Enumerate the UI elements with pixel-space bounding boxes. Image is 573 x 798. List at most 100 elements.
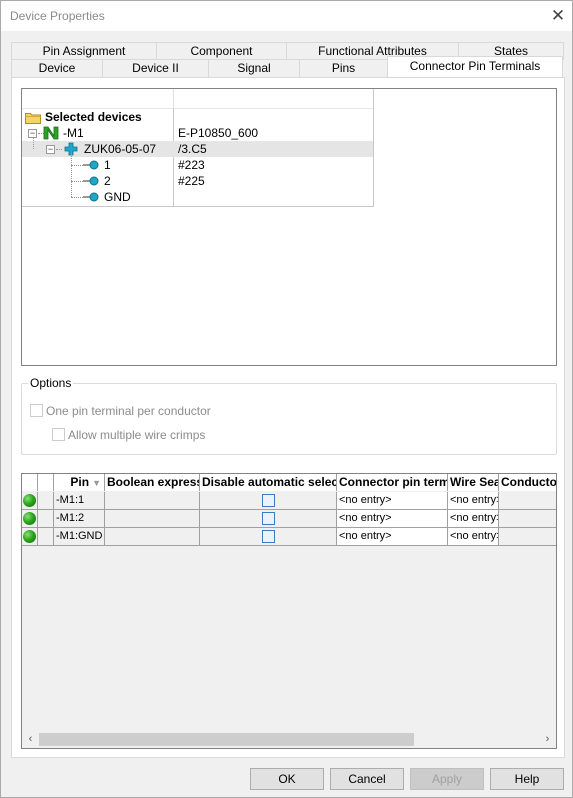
checkbox-label: One pin terminal per conductor bbox=[46, 404, 211, 418]
tree-item-value: #225 bbox=[178, 174, 205, 188]
boolean-expression-cell[interactable] bbox=[105, 528, 200, 546]
table-row[interactable]: -M1:2 <no entry> <no entry> bbox=[22, 510, 556, 528]
tree-connector bbox=[71, 181, 72, 197]
pin-icon bbox=[83, 160, 99, 170]
status-cell bbox=[22, 528, 38, 546]
collapse-icon[interactable]: − bbox=[46, 145, 55, 154]
blank-cell bbox=[38, 528, 54, 546]
table-row[interactable]: -M1:GND <no entry> <no entry> bbox=[22, 528, 556, 546]
grid-header: Pin ▼ Boolean express Disable automatic s… bbox=[22, 474, 556, 491]
grid-header-blank[interactable] bbox=[38, 474, 54, 491]
status-cell bbox=[22, 510, 38, 528]
device-properties-dialog: Device Properties ✕ Pin Assignment Compo… bbox=[0, 0, 573, 798]
connector-pin-term-cell[interactable]: <no entry> bbox=[337, 510, 448, 528]
boolean-expression-cell[interactable] bbox=[105, 492, 200, 510]
wire-seal-cell[interactable]: <no entry> bbox=[448, 492, 499, 510]
tree-connector bbox=[71, 165, 72, 181]
disable-automatic-select-cell[interactable] bbox=[200, 528, 337, 546]
disable-automatic-select-cell[interactable] bbox=[200, 492, 337, 510]
horizontal-scrollbar[interactable]: ‹ › bbox=[22, 731, 556, 748]
checkbox-label: Allow multiple wire crimps bbox=[68, 428, 206, 442]
connector-pin-term-cell[interactable]: <no entry> bbox=[337, 492, 448, 510]
scroll-right-icon[interactable]: › bbox=[539, 731, 556, 748]
tree-connector bbox=[71, 181, 83, 182]
tree-item-name: ZUK06-05-07 bbox=[84, 142, 157, 156]
tree-item-zuk06[interactable]: − ZUK06-05-07 /3.C5 bbox=[22, 137, 373, 157]
tab-device[interactable]: Device bbox=[11, 59, 103, 77]
tree-item-value: /3.C5 bbox=[178, 142, 207, 156]
tree-item-name: 1 bbox=[104, 158, 111, 172]
grid-header-connector-pin-term[interactable]: Connector pin term bbox=[337, 474, 448, 491]
tree-item-pin-1[interactable]: 1 #223 bbox=[22, 153, 373, 173]
device-tree[interactable]: Selected devices − -M1 E-P10850_600 − ZU… bbox=[21, 88, 557, 366]
tab-component[interactable]: Component bbox=[156, 42, 287, 60]
checkbox-box[interactable] bbox=[30, 404, 43, 417]
checkbox[interactable] bbox=[261, 530, 275, 543]
tree-connector bbox=[33, 137, 34, 149]
tree-table: Selected devices − -M1 E-P10850_600 − ZU… bbox=[22, 89, 374, 207]
ok-button[interactable]: OK bbox=[250, 768, 324, 790]
scroll-left-icon[interactable]: ‹ bbox=[22, 731, 39, 748]
close-icon[interactable]: ✕ bbox=[548, 6, 568, 26]
tree-header-divider bbox=[173, 89, 174, 109]
sort-descending-icon: ▼ bbox=[92, 478, 101, 488]
options-group: Options One pin terminal per conductor A… bbox=[21, 376, 557, 455]
pin-terminal-grid[interactable]: Pin ▼ Boolean express Disable automatic s… bbox=[21, 473, 557, 749]
help-button[interactable]: Help bbox=[490, 768, 564, 790]
tree-item-name: 2 bbox=[104, 174, 111, 188]
tree-root-label: Selected devices bbox=[45, 110, 142, 124]
status-ok-icon bbox=[23, 512, 36, 525]
scrollbar-thumb[interactable] bbox=[39, 733, 414, 746]
tab-pins[interactable]: Pins bbox=[299, 59, 388, 77]
allow-multiple-crimps-checkbox[interactable]: Allow multiple wire crimps bbox=[52, 428, 205, 442]
options-legend: Options bbox=[28, 376, 74, 390]
one-pin-terminal-checkbox[interactable]: One pin terminal per conductor bbox=[30, 404, 211, 418]
wire-seal-cell[interactable]: <no entry> bbox=[448, 510, 499, 528]
wire-seal-cell[interactable]: <no entry> bbox=[448, 528, 499, 546]
conductor-cell[interactable] bbox=[499, 492, 556, 510]
boolean-expression-cell[interactable] bbox=[105, 510, 200, 528]
grid-header-wire-seal[interactable]: Wire Sea bbox=[448, 474, 499, 491]
grid-header-pin[interactable]: Pin ▼ bbox=[54, 474, 105, 491]
checkbox-box[interactable] bbox=[52, 428, 65, 441]
tab-device-ii[interactable]: Device II bbox=[102, 59, 209, 77]
tree-item-name: -M1 bbox=[63, 126, 84, 140]
tree-connector bbox=[71, 197, 83, 198]
pin-cell[interactable]: -M1:GND bbox=[54, 528, 105, 546]
grid-header-conductor[interactable]: Conductor bbox=[499, 474, 556, 491]
tab-signal[interactable]: Signal bbox=[208, 59, 300, 77]
grid-header-disable-automatic-select[interactable]: Disable automatic select bbox=[200, 474, 337, 491]
window-title: Device Properties bbox=[10, 9, 105, 23]
tab-connector-pin-terminals[interactable]: Connector Pin Terminals bbox=[387, 56, 563, 77]
checkbox[interactable] bbox=[261, 494, 275, 507]
grid-header-status[interactable] bbox=[22, 474, 38, 491]
tree-item-name: GND bbox=[104, 190, 131, 204]
tree-header bbox=[22, 89, 373, 109]
folder-icon bbox=[25, 113, 41, 124]
tree-item-value: E-P10850_600 bbox=[178, 126, 259, 140]
grid-header-boolean-expression[interactable]: Boolean express bbox=[105, 474, 200, 491]
tree-item-pin-2[interactable]: 2 #225 bbox=[22, 165, 373, 189]
tree-connector bbox=[71, 153, 72, 165]
status-ok-icon bbox=[23, 494, 36, 507]
pin-cell[interactable]: -M1:1 bbox=[54, 492, 105, 510]
conductor-cell[interactable] bbox=[499, 528, 556, 546]
disable-automatic-select-cell[interactable] bbox=[200, 510, 337, 528]
pin-cell[interactable]: -M1:2 bbox=[54, 510, 105, 528]
table-row[interactable]: -M1:1 <no entry> <no entry> bbox=[22, 492, 556, 510]
pin-icon bbox=[83, 176, 99, 186]
tree-root-row[interactable]: Selected devices bbox=[22, 109, 373, 125]
tree-item-pin-gnd[interactable]: GND bbox=[22, 181, 373, 205]
motor-device-icon bbox=[43, 126, 59, 140]
title-bar: Device Properties ✕ bbox=[1, 1, 572, 31]
connector-pin-term-cell[interactable]: <no entry> bbox=[337, 528, 448, 546]
conductor-cell[interactable] bbox=[499, 510, 556, 528]
tree-item-m1[interactable]: − -M1 E-P10850_600 bbox=[22, 125, 373, 141]
cancel-button[interactable]: Cancel bbox=[330, 768, 404, 790]
tree-connector bbox=[71, 165, 83, 166]
tree-connector bbox=[56, 149, 62, 150]
checkbox[interactable] bbox=[261, 512, 275, 525]
tab-pin-assignment[interactable]: Pin Assignment bbox=[11, 42, 157, 60]
status-ok-icon bbox=[23, 530, 36, 543]
apply-button[interactable]: Apply bbox=[410, 768, 484, 790]
